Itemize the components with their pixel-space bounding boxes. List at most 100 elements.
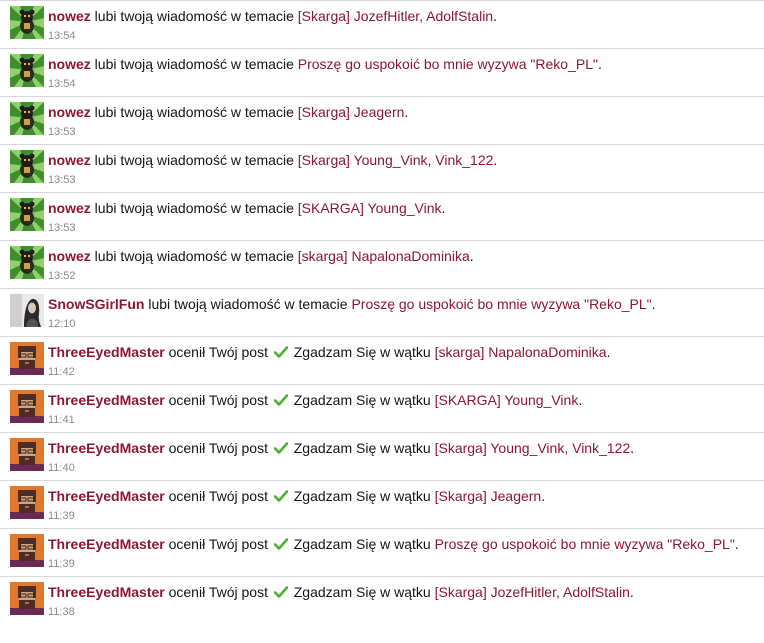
notification-text: ThreeEyedMaster ocenił Twój post Zgadzam… (48, 391, 582, 409)
notification-item: ThreeEyedMaster ocenił Twój post Zgadzam… (0, 337, 764, 385)
thread-link[interactable]: [Skarga] JozefHitler, AdolfStalin (435, 584, 630, 600)
username-link[interactable]: nowez (48, 104, 91, 120)
notification-text: ThreeEyedMaster ocenił Twój post Zgadzam… (48, 535, 739, 553)
checkmark-icon (273, 392, 289, 406)
avatar[interactable] (10, 534, 44, 567)
sentence-end: . (629, 584, 634, 600)
rating-label: Zgadzam Się (293, 536, 377, 552)
notification-item: SnowSGirlFun lubi twoją wiadomość w tema… (0, 289, 764, 337)
notification-text: nowez lubi twoją wiadomość w temacie [SK… (48, 199, 445, 217)
sentence-end: . (734, 536, 739, 552)
timestamp: 13:53 (48, 222, 76, 234)
avatar[interactable] (10, 198, 44, 231)
username-link[interactable]: nowez (48, 8, 91, 24)
avatar[interactable] (10, 438, 44, 471)
timestamp: 11:40 (48, 462, 75, 474)
grey-photo-avatar (10, 294, 44, 327)
thread-link[interactable]: [Skarga] Jeagern (298, 104, 405, 120)
notification-item: nowez lubi twoją wiadomość w temacie [SK… (0, 193, 764, 241)
timestamp: 11:41 (48, 414, 75, 426)
username-link[interactable]: ThreeEyedMaster (48, 392, 165, 408)
timestamp: 13:52 (48, 270, 76, 282)
avatar[interactable] (10, 486, 44, 519)
timestamp: 13:54 (48, 30, 76, 42)
thread-link[interactable]: [skarga] NapalonaDominika (298, 248, 470, 264)
thread-link[interactable]: [Skarga] JozefHitler, AdolfStalin (298, 8, 493, 24)
sentence-end: . (630, 440, 635, 456)
username-link[interactable]: ThreeEyedMaster (48, 344, 165, 360)
checkmark-icon (273, 440, 289, 454)
username-link[interactable]: ThreeEyedMaster (48, 536, 165, 552)
checkmark-icon (273, 488, 289, 502)
notification-item: ThreeEyedMaster ocenił Twój post Zgadzam… (0, 577, 764, 623)
action-text-2: w wątku (380, 536, 431, 552)
username-link[interactable]: nowez (48, 248, 91, 264)
notification-item: ThreeEyedMaster ocenił Twój post Zgadzam… (0, 433, 764, 481)
avatar[interactable] (10, 582, 44, 615)
timestamp: 11:39 (48, 558, 75, 570)
thread-link[interactable]: [SKARGA] Young_Vink (435, 392, 579, 408)
sentence-end: . (541, 488, 546, 504)
username-link[interactable]: nowez (48, 200, 91, 216)
notification-text: ThreeEyedMaster ocenił Twój post Zgadzam… (48, 343, 610, 361)
notification-text: ThreeEyedMaster ocenił Twój post Zgadzam… (48, 439, 634, 457)
notification-item: nowez lubi twoją wiadomość w temacie Pro… (0, 49, 764, 97)
avatar[interactable] (10, 246, 44, 279)
action-text: lubi twoją wiadomość w temacie (94, 56, 294, 72)
thread-link[interactable]: [SKARGA] Young_Vink (298, 200, 442, 216)
thread-link[interactable]: Proszę go uspokoić bo mnie wyzywa "Reko_… (435, 536, 735, 552)
avatar[interactable] (10, 6, 44, 39)
notification-item: nowez lubi twoją wiadomość w temacie [sk… (0, 241, 764, 289)
notification-text: ThreeEyedMaster ocenił Twój post Zgadzam… (48, 583, 634, 601)
bearded-man-avatar (10, 582, 44, 615)
sentence-end: . (606, 344, 611, 360)
thread-link[interactable]: Proszę go uspokoić bo mnie wyzywa "Reko_… (298, 56, 598, 72)
avatar[interactable] (10, 150, 44, 183)
avatar[interactable] (10, 102, 44, 135)
bearded-man-avatar (10, 486, 44, 519)
action-text: lubi twoją wiadomość w temacie (94, 200, 294, 216)
sentence-end: . (597, 56, 602, 72)
action-text: ocenił Twój post (168, 584, 268, 600)
notification-text: nowez lubi twoją wiadomość w temacie [Sk… (48, 103, 408, 121)
action-text-2: w wątku (380, 440, 431, 456)
action-text-2: w wątku (380, 584, 431, 600)
action-text: lubi twoją wiadomość w temacie (148, 296, 348, 312)
sentence-end: . (493, 8, 497, 24)
timestamp: 11:42 (48, 366, 75, 378)
action-text: lubi twoją wiadomość w temacie (94, 104, 294, 120)
avatar[interactable] (10, 294, 44, 327)
notification-text: nowez lubi twoją wiadomość w temacie Pro… (48, 55, 602, 73)
username-link[interactable]: nowez (48, 152, 91, 168)
notification-item: nowez lubi twoją wiadomość w temacie [Sk… (0, 97, 764, 145)
sentence-end: . (441, 200, 446, 216)
thread-link[interactable]: Proszę go uspokoić bo mnie wyzywa "Reko_… (351, 296, 651, 312)
sentence-end: . (651, 296, 656, 312)
thread-link[interactable]: [Skarga] Young_Vink, Vink_122 (435, 440, 631, 456)
notification-item: ThreeEyedMaster ocenił Twój post Zgadzam… (0, 385, 764, 433)
action-text: ocenił Twój post (168, 392, 268, 408)
username-link[interactable]: ThreeEyedMaster (48, 440, 165, 456)
bearded-man-avatar (10, 534, 44, 567)
thread-link[interactable]: [Skarga] Young_Vink, Vink_122 (298, 152, 494, 168)
action-text-2: w wątku (380, 488, 431, 504)
username-link[interactable]: nowez (48, 56, 91, 72)
thread-link[interactable]: [Skarga] Jeagern (435, 488, 542, 504)
avatar[interactable] (10, 342, 44, 375)
timestamp: 13:54 (48, 78, 76, 90)
action-text: lubi twoją wiadomość w temacie (94, 152, 294, 168)
username-link[interactable]: SnowSGirlFun (48, 296, 144, 312)
thread-link[interactable]: [skarga] NapalonaDominika (435, 344, 607, 360)
notification-item: nowez lubi twoją wiadomość w temacie [Sk… (0, 145, 764, 193)
sentence-end: . (493, 152, 498, 168)
green-bear-avatar (10, 246, 44, 279)
action-text-2: w wątku (380, 392, 431, 408)
username-link[interactable]: ThreeEyedMaster (48, 584, 165, 600)
rating-label: Zgadzam Się (293, 584, 377, 600)
timestamp: 13:53 (48, 126, 76, 138)
username-link[interactable]: ThreeEyedMaster (48, 488, 165, 504)
avatar[interactable] (10, 54, 44, 87)
notification-item: ThreeEyedMaster ocenił Twój post Zgadzam… (0, 481, 764, 529)
avatar[interactable] (10, 390, 44, 423)
checkmark-icon (273, 584, 289, 598)
